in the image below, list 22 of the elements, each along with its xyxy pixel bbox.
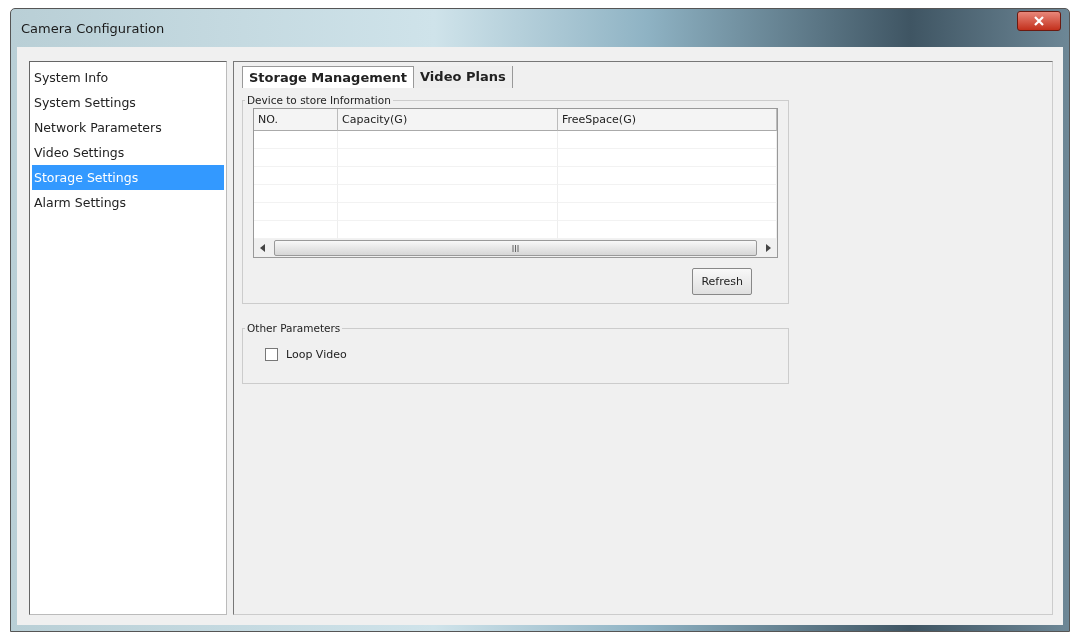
close-icon [1034, 16, 1044, 26]
horizontal-scrollbar[interactable] [254, 239, 777, 257]
checkbox-label: Loop Video [286, 348, 347, 361]
group-title: Other Parameters [246, 322, 342, 334]
right-arrow-icon[interactable] [765, 244, 771, 252]
sidebar-item[interactable]: Network Parameters [32, 115, 224, 140]
group-title: Device to store Information [246, 94, 392, 106]
refresh-button[interactable]: Refresh [692, 268, 752, 295]
column-header[interactable]: Capacity(G) [338, 109, 558, 131]
column-header[interactable]: NO. [254, 109, 338, 131]
window-title: Camera Configuration [21, 20, 165, 36]
checkbox[interactable] [265, 348, 278, 361]
tab[interactable]: Storage Management [242, 66, 415, 88]
sidebar-item[interactable]: Video Settings [32, 140, 224, 165]
grip-icon [512, 244, 519, 252]
sidebar-item[interactable]: System Settings [32, 90, 224, 115]
close-button[interactable] [1017, 11, 1061, 31]
scrollbar-thumb[interactable] [274, 240, 757, 256]
sidebar-item[interactable]: Alarm Settings [32, 190, 224, 215]
left-arrow-icon[interactable] [260, 244, 266, 252]
column-header[interactable]: FreeSpace(G) [558, 109, 777, 131]
sidebar-item[interactable]: System Info [32, 65, 224, 90]
